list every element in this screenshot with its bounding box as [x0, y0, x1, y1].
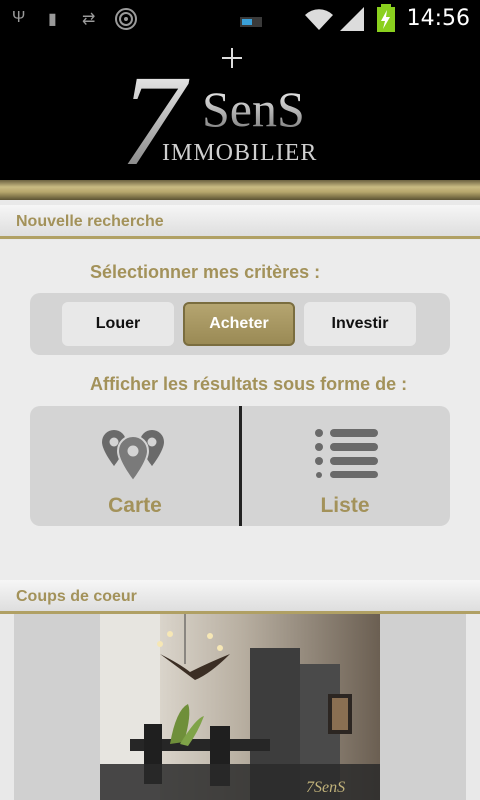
photo-watermark: 7SenS — [306, 779, 345, 796]
battery-small-icon — [240, 17, 262, 27]
signal-icon — [340, 7, 364, 31]
logo-word: SenS — [202, 81, 305, 137]
search-section-header: Nouvelle recherche — [0, 205, 480, 239]
status-bar: Ψ ▮ ⇄ 14:56 — [0, 0, 480, 38]
clock: 14:56 — [406, 6, 470, 31]
list-view-label: Liste — [320, 494, 370, 517]
buy-button[interactable]: Acheter — [183, 302, 295, 346]
criteria-label: Sélectionner mes critères : — [90, 262, 321, 282]
transaction-type-selector: Louer Acheter Investir — [30, 293, 450, 355]
gold-divider — [0, 180, 480, 200]
app-header: 7 SenS IMMOBILIER — [0, 38, 480, 180]
favorites-section-header: Coups de coeur — [0, 580, 480, 614]
logo-subtitle: IMMOBILIER — [162, 140, 317, 166]
wifi-icon — [305, 9, 333, 31]
view-mode-selector: Carte Liste — [30, 406, 450, 526]
invest-button[interactable]: Investir — [304, 302, 416, 346]
map-view-button[interactable]: Carte — [30, 406, 239, 526]
usb-icon: Ψ — [12, 9, 26, 26]
map-pins-icon — [102, 430, 164, 482]
favorites-section-title: Coups de coeur — [16, 588, 137, 605]
featured-property-photo[interactable]: 7SenS — [100, 614, 380, 800]
map-view-label: Carte — [108, 494, 162, 517]
sd-card-icon: ▮ — [48, 11, 57, 28]
sync-icon: ⇄ — [82, 11, 96, 28]
search-section-title: Nouvelle recherche — [16, 213, 164, 230]
display-label: Afficher les résultats sous forme de : — [90, 374, 408, 394]
list-icon — [315, 429, 378, 478]
rent-button[interactable]: Louer — [62, 302, 174, 346]
list-view-button[interactable]: Liste — [242, 406, 450, 526]
battery-charging-icon — [377, 4, 395, 32]
hotspot-icon — [115, 8, 137, 30]
brand-logo: 7 SenS IMMOBILIER — [120, 48, 317, 178]
